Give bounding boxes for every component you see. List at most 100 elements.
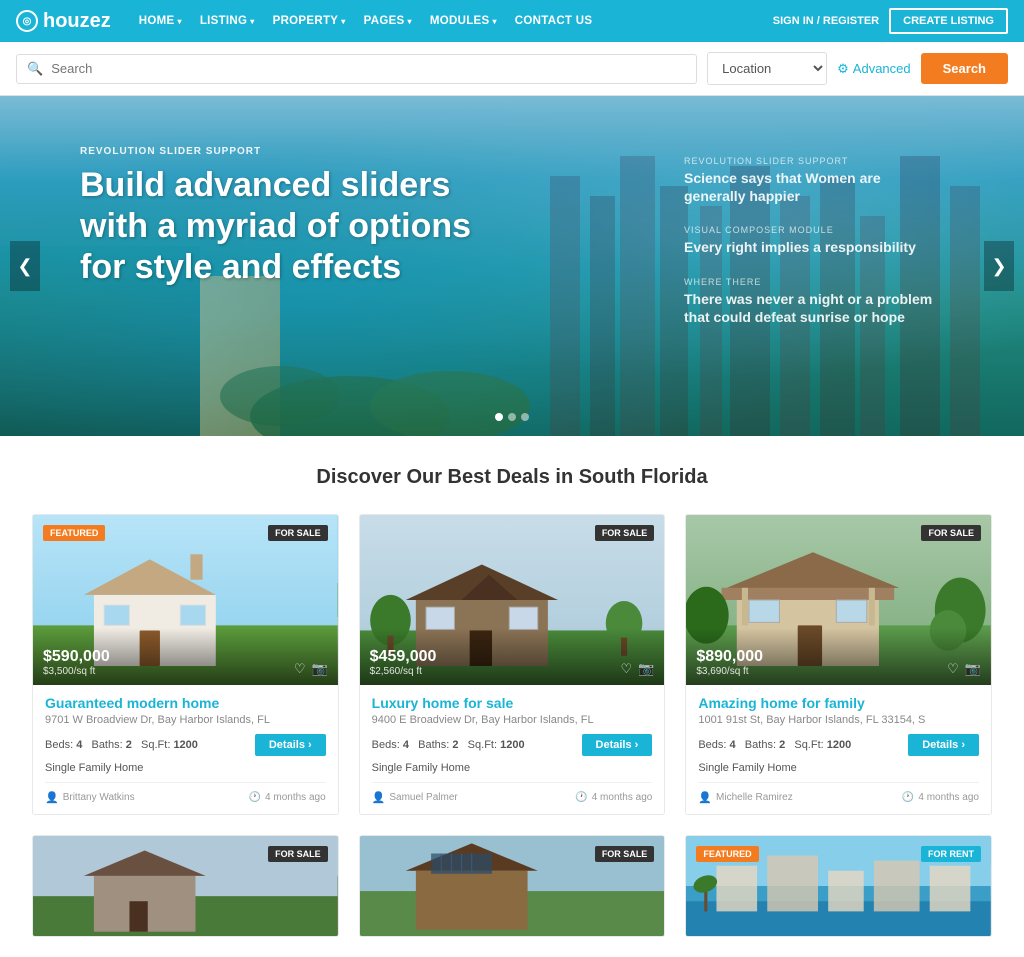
listing-card-5[interactable]: FOR SALE <box>359 835 666 937</box>
hero-dots <box>495 413 529 421</box>
card-footer-2: 👤 Samuel Palmer 🕐 4 months ago <box>372 782 653 804</box>
nav-right: SIGN IN / REGISTER CREATE LISTING <box>773 8 1008 34</box>
card-specs-2: Beds: 4 Baths: 2 Sq.Ft: 1200 <box>372 739 525 751</box>
badge-sale-3: FOR SALE <box>921 525 981 541</box>
search-icon: 🔍 <box>27 61 43 77</box>
hero-side-text-3: There was never a night or a problem tha… <box>684 290 944 326</box>
nav-pages[interactable]: PAGES ▾ <box>356 0 420 42</box>
card-price-info-1: $590,000 $3,500/sq ft <box>43 648 110 677</box>
create-listing-button[interactable]: CREATE LISTING <box>889 8 1008 34</box>
search-bar: 🔍 Location ⚙ Advanced Search <box>0 42 1024 96</box>
card-footer-3: 👤 Michelle Ramirez 🕐 4 months ago <box>698 782 979 804</box>
card-title-1[interactable]: Guaranteed modern home <box>45 695 326 711</box>
logo-icon: ◎ <box>16 10 38 32</box>
search-input-wrap: 🔍 <box>16 54 697 84</box>
gear-icon: ⚙ <box>837 61 849 77</box>
card-title-2[interactable]: Luxury home for sale <box>372 695 653 711</box>
hero-side-text-1: Science says that Women are generally ha… <box>684 169 944 205</box>
listing-card-2[interactable]: FOR SALE $459,000 $2,560/sq ft ♡ 📷 Luxur… <box>359 514 666 815</box>
listing-card-3[interactable]: FOR SALE $890,000 $3,690/sq ft ♡ 📷 Amazi… <box>685 514 992 815</box>
card-image-3: FOR SALE $890,000 $3,690/sq ft ♡ 📷 <box>686 515 991 685</box>
card-time-3: 🕐 4 months ago <box>902 792 979 803</box>
advanced-link[interactable]: ⚙ Advanced <box>837 61 910 77</box>
hero-side-label-2: VISUAL COMPOSER MODULE <box>684 225 944 235</box>
favorite-button-1[interactable]: ♡ <box>294 661 306 677</box>
nav-listing[interactable]: LISTING ▾ <box>192 0 263 42</box>
clock-icon-3: 🕐 <box>902 792 914 803</box>
details-button-2[interactable]: Details › <box>582 734 653 756</box>
card-image-1: FEATURED FOR SALE $590,000 $3,500/sq ft … <box>33 515 338 685</box>
hero-side-label-3: WHERE THERE <box>684 277 944 287</box>
card-address-3: 1001 91st St, Bay Harbor Islands, FL 331… <box>698 714 979 726</box>
details-button-3[interactable]: Details › <box>908 734 979 756</box>
badge-sale-5: FOR SALE <box>595 846 655 862</box>
chevron-down-icon: ▾ <box>177 17 181 26</box>
card-address-2: 9400 E Broadview Dr, Bay Harbor Islands,… <box>372 714 653 726</box>
logo-text: houzez <box>43 10 111 33</box>
badge-sale-1: FOR SALE <box>268 525 328 541</box>
nav-modules[interactable]: MODULES ▾ <box>422 0 505 42</box>
sign-in-link[interactable]: SIGN IN / REGISTER <box>773 15 879 27</box>
hero-slider: REVOLUTION SLIDER SUPPORT Build advanced… <box>0 96 1024 436</box>
logo[interactable]: ◎ houzez <box>16 10 111 33</box>
card-price-sqft-2: $2,560/sq ft <box>370 666 437 677</box>
nav-contact[interactable]: CONTACT US <box>507 0 601 42</box>
camera-button-3[interactable]: 📷 <box>965 661 981 677</box>
nav-home[interactable]: HOME ▾ <box>131 0 190 42</box>
card-type-3: Single Family Home <box>698 762 979 774</box>
clock-icon-1: 🕐 <box>249 792 261 803</box>
user-icon-1: 👤 <box>45 791 59 804</box>
hero-side-items: REVOLUTION SLIDER SUPPORT Science says t… <box>684 156 944 326</box>
camera-button-1[interactable]: 📷 <box>311 661 327 677</box>
card-title-3[interactable]: Amazing home for family <box>698 695 979 711</box>
card-agent-1: 👤 Brittany Watkins <box>45 791 135 804</box>
card-details-row-2: Beds: 4 Baths: 2 Sq.Ft: 1200 Details › <box>372 734 653 756</box>
details-button-1[interactable]: Details › <box>255 734 326 756</box>
card-specs-3: Beds: 4 Baths: 2 Sq.Ft: 1200 <box>698 739 851 751</box>
discover-title: Discover Our Best Deals in South Florida <box>16 466 1008 489</box>
card-price-bar-1: $590,000 $3,500/sq ft ♡ 📷 <box>33 628 338 685</box>
chevron-down-icon: ▾ <box>341 17 345 26</box>
card-address-1: 9701 W Broadview Dr, Bay Harbor Islands,… <box>45 714 326 726</box>
card-specs-1: Beds: 4 Baths: 2 Sq.Ft: 1200 <box>45 739 198 751</box>
card-image-6: FEATURED FOR RENT <box>686 836 991 936</box>
card-body-2: Luxury home for sale 9400 E Broadview Dr… <box>360 685 665 814</box>
card-price-actions-3: ♡ 📷 <box>947 661 981 677</box>
camera-button-2[interactable]: 📷 <box>638 661 654 677</box>
hero-dot-3[interactable] <box>521 413 529 421</box>
location-select[interactable]: Location <box>707 52 827 85</box>
search-input[interactable] <box>51 61 686 76</box>
hero-label: REVOLUTION SLIDER SUPPORT <box>80 146 500 157</box>
card-image-4: FOR SALE <box>33 836 338 936</box>
badge-rent-6: FOR RENT <box>921 846 981 862</box>
badge-sale-4: FOR SALE <box>268 846 328 862</box>
card-image-5: FOR SALE <box>360 836 665 936</box>
clock-icon-2: 🕐 <box>575 792 587 803</box>
card-price-2: $459,000 <box>370 648 437 666</box>
card-price-bar-2: $459,000 $2,560/sq ft ♡ 📷 <box>360 628 665 685</box>
card-body-1: Guaranteed modern home 9701 W Broadview … <box>33 685 338 814</box>
listing-card-1[interactable]: FEATURED FOR SALE $590,000 $3,500/sq ft … <box>32 514 339 815</box>
card-time-1: 🕐 4 months ago <box>249 792 326 803</box>
card-body-3: Amazing home for family 1001 91st St, Ba… <box>686 685 991 814</box>
card-details-row-1: Beds: 4 Baths: 2 Sq.Ft: 1200 Details › <box>45 734 326 756</box>
search-button[interactable]: Search <box>921 53 1008 84</box>
user-icon-3: 👤 <box>698 791 712 804</box>
hero-prev-button[interactable]: ❮ <box>10 241 40 291</box>
hero-dot-1[interactable] <box>495 413 503 421</box>
hero-side-label-1: REVOLUTION SLIDER SUPPORT <box>684 156 944 166</box>
card-price-actions-1: ♡ 📷 <box>294 661 328 677</box>
nav-links: HOME ▾ LISTING ▾ PROPERTY ▾ PAGES ▾ MODU… <box>131 0 773 42</box>
card-image-2: FOR SALE $459,000 $2,560/sq ft ♡ 📷 <box>360 515 665 685</box>
card-price-sqft-1: $3,500/sq ft <box>43 666 110 677</box>
favorite-button-2[interactable]: ♡ <box>620 661 632 677</box>
favorite-button-3[interactable]: ♡ <box>947 661 959 677</box>
hero-next-button[interactable]: ❯ <box>984 241 1014 291</box>
listing-card-4[interactable]: FOR SALE <box>32 835 339 937</box>
card-price-3: $890,000 <box>696 648 763 666</box>
card-time-2: 🕐 4 months ago <box>575 792 652 803</box>
nav-property[interactable]: PROPERTY ▾ <box>265 0 354 42</box>
listing-card-6[interactable]: FEATURED FOR RENT <box>685 835 992 937</box>
card-price-info-3: $890,000 $3,690/sq ft <box>696 648 763 677</box>
hero-dot-2[interactable] <box>508 413 516 421</box>
